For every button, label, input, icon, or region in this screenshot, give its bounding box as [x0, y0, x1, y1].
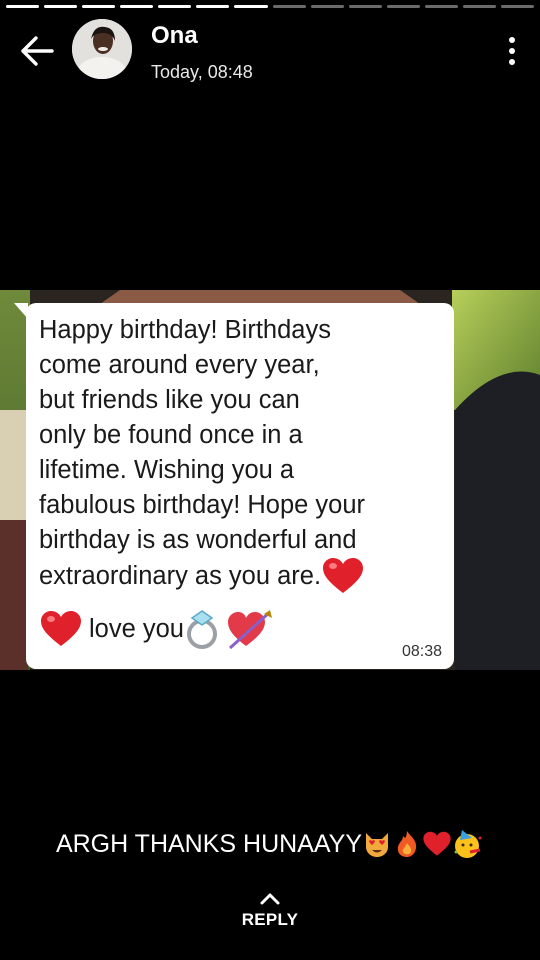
- reply-button[interactable]: REPLY: [0, 890, 540, 930]
- progress-segment: [462, 5, 497, 8]
- more-vertical-icon[interactable]: [506, 36, 518, 66]
- ring-icon: [186, 610, 217, 649]
- message-line: extraordinary as you are.: [39, 556, 365, 596]
- progress-segment: [44, 5, 78, 8]
- fire-icon: [397, 831, 417, 857]
- avatar[interactable]: [72, 19, 132, 79]
- progress-segment: [501, 5, 535, 8]
- story-caption: ARGH THANKS HUNAAYY: [0, 828, 540, 860]
- progress-segment: [310, 5, 344, 8]
- message-bubble: Happy birthday! Birthdays come around ev…: [26, 303, 454, 669]
- party-face-icon: [454, 830, 482, 858]
- chevron-up-icon: [260, 893, 280, 905]
- progress-segment: [196, 5, 230, 8]
- message-line-text: extraordinary as you are.: [39, 561, 322, 590]
- arrow-left-icon[interactable]: [16, 34, 56, 68]
- progress-segment: [120, 5, 154, 8]
- message-line-text: love you: [89, 614, 184, 643]
- message-text: Happy birthday! Birthdays come around ev…: [39, 316, 366, 554]
- progress-segment: [158, 5, 192, 8]
- story-progress-bar: [6, 5, 535, 9]
- heart-icon: [423, 831, 451, 856]
- message-line: love you: [39, 608, 274, 650]
- progress-segment: [234, 5, 268, 8]
- progress-segment: [272, 5, 306, 8]
- heart-icon: [41, 611, 81, 646]
- story-header: Ona Today, 08:48: [0, 14, 540, 94]
- progress-segment: [386, 5, 420, 8]
- heart-arrow-icon: [227, 610, 272, 650]
- contact-name: Ona: [151, 22, 198, 49]
- heart-eyes-cat-icon: [366, 833, 389, 857]
- progress-segment: [424, 5, 458, 8]
- progress-segment: [348, 5, 382, 8]
- progress-segment: [82, 5, 116, 8]
- caption-text: ARGH THANKS HUNAAYY: [55, 829, 363, 858]
- reply-label: REPLY: [241, 910, 299, 929]
- heart-icon: [323, 558, 364, 593]
- progress-segment: [6, 5, 40, 8]
- message-time: 08:38: [401, 643, 442, 660]
- story-timestamp: Today, 08:48: [151, 62, 253, 82]
